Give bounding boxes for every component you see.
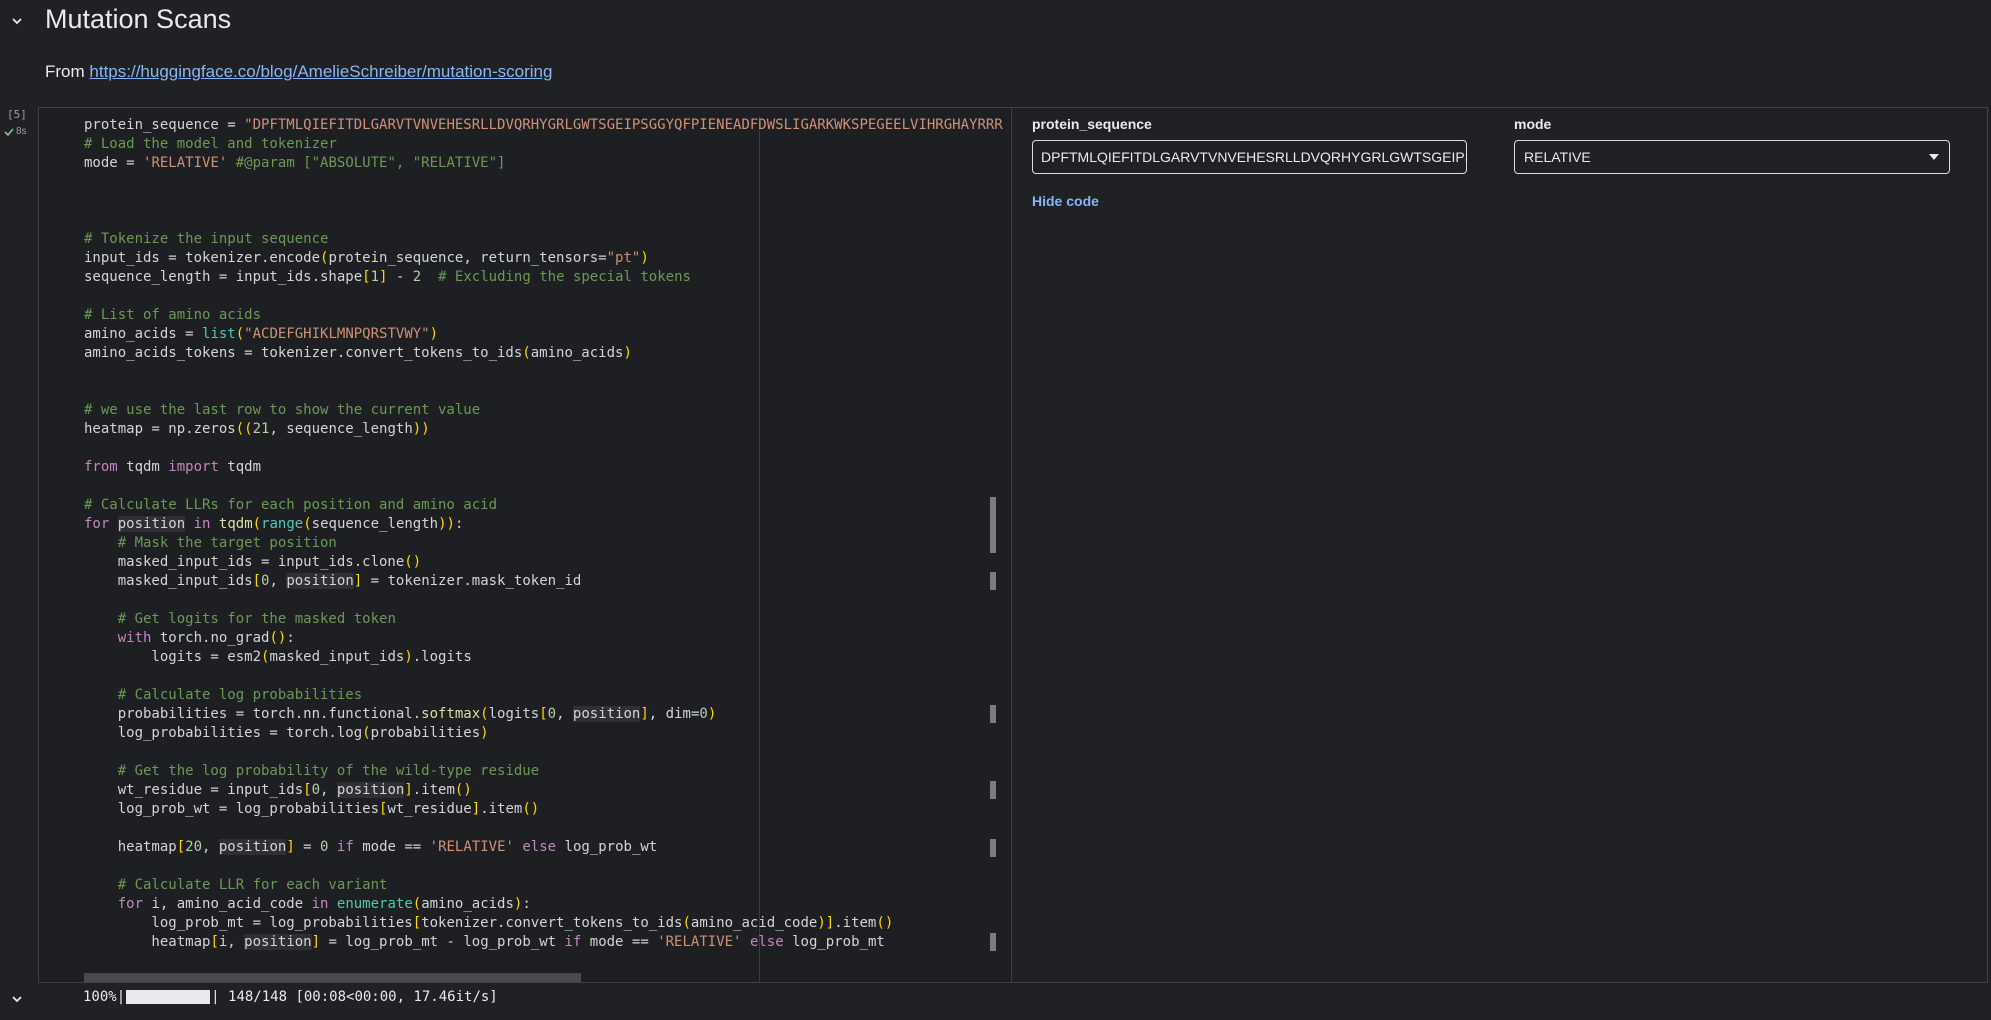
collapse-section-chevron-icon[interactable] <box>6 10 28 32</box>
code-cell: protein_sequence = "DPFTMLQIEFITDLGARVTV… <box>38 107 1988 983</box>
form-panel: protein_sequence DPFTMLQIEFITDLGARVTVNVE… <box>1012 108 1987 982</box>
progress-percent: 100%| <box>83 989 126 1005</box>
dropdown-arrow-icon <box>1929 154 1939 160</box>
scroll-marker <box>990 572 996 590</box>
scroll-marker <box>990 497 996 553</box>
horizontal-scrollbar[interactable] <box>84 973 581 982</box>
scroll-marker <box>990 705 996 723</box>
cell-output: 100%| | 148/148 [00:08<00:00, 17.46it/s] <box>83 989 498 1005</box>
mode-label: mode <box>1514 116 1552 132</box>
blog-link[interactable]: https://huggingface.co/blog/AmelieSchrei… <box>89 62 552 81</box>
description-text: From https://huggingface.co/blog/AmelieS… <box>45 62 552 82</box>
mode-select[interactable]: RELATIVE <box>1514 140 1950 174</box>
protein-sequence-value: DPFTMLQIEFITDLGARVTVNVEHESRLLDVQRHYGRLGW… <box>1041 149 1467 165</box>
progress-stats: | 148/148 [00:08<00:00, 17.46it/s] <box>211 989 498 1005</box>
scroll-marker <box>990 839 996 857</box>
section-title: Mutation Scans <box>45 4 232 34</box>
protein-sequence-label: protein_sequence <box>1032 116 1152 132</box>
scroll-marker <box>990 933 996 951</box>
code-editor[interactable]: protein_sequence = "DPFTMLQIEFITDLGARVTV… <box>39 108 1012 982</box>
hide-code-button[interactable]: Hide code <box>1032 193 1099 209</box>
mode-selected-value: RELATIVE <box>1524 149 1591 165</box>
description-prefix: From <box>45 62 90 81</box>
collapse-output-chevron-icon[interactable] <box>6 988 28 1010</box>
execution-count: [5] <box>7 108 27 121</box>
protein-sequence-input[interactable]: DPFTMLQIEFITDLGARVTVNVEHESRLLDVQRHYGRLGW… <box>1032 140 1467 174</box>
scroll-marker <box>990 781 996 799</box>
execution-time: 8s <box>16 126 27 137</box>
progress-bar <box>126 990 211 1004</box>
code-content[interactable]: protein_sequence = "DPFTMLQIEFITDLGARVTV… <box>84 116 1003 952</box>
check-icon <box>4 127 14 136</box>
execution-status: 8s <box>4 126 27 137</box>
